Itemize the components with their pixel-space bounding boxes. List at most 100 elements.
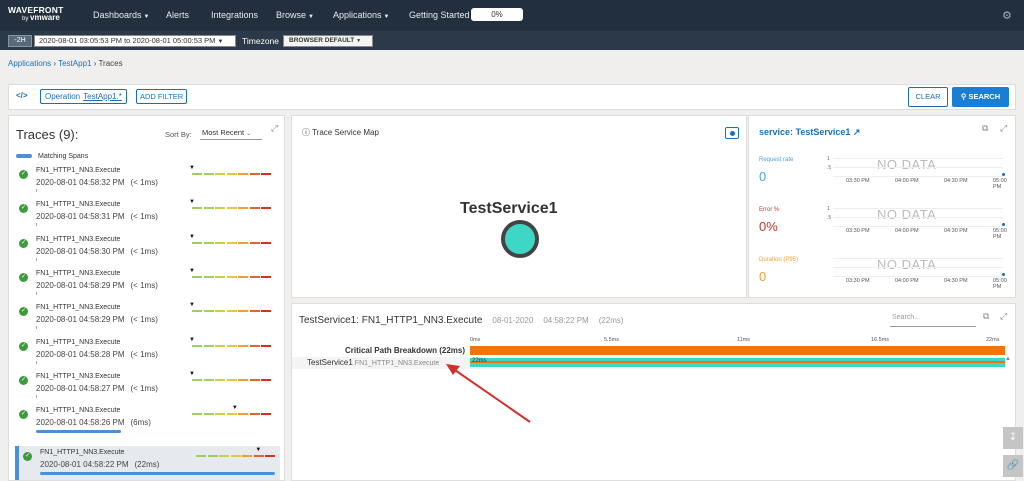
histogram-segment <box>238 310 248 313</box>
trace-row[interactable]: ✓ FN1_HTTP1_NN3.Execute 2020-08-01 04:58:3… <box>15 198 280 232</box>
duration-marker-icon: ▼ <box>189 370 195 377</box>
add-filter-button[interactable]: ADD FILTER <box>136 89 188 104</box>
check-circle-icon: ✓ <box>19 204 28 214</box>
expand-icon[interactable]: ⤢ <box>1000 123 1007 134</box>
trace-row[interactable]: ✓ FN1_HTTP1_NN3.Execute 2020-08-01 04:58:2… <box>15 301 280 335</box>
sort-by-select[interactable]: Most Recent ⌄ <box>200 128 262 140</box>
histogram-segment <box>203 207 214 210</box>
ruler-tick: 16.5ms <box>871 337 890 343</box>
histogram-segment <box>261 413 271 416</box>
x-tick: 04:00 PM <box>895 228 919 234</box>
breadcrumb-applications[interactable]: Applications <box>8 59 51 68</box>
service-node[interactable] <box>501 220 539 258</box>
histogram-segment <box>192 413 202 416</box>
histogram-segment <box>238 378 248 381</box>
histogram-segment <box>203 241 214 244</box>
ruler-tick: 5.5ms <box>604 337 619 343</box>
duration-marker-icon: ▼ <box>189 199 195 206</box>
matching-span-bar <box>36 430 121 434</box>
window-icon[interactable]: ⧉ <box>983 311 989 322</box>
span-row[interactable]: TestService1 FN1_HTTP1_NN3.Execute 22ms <box>292 357 1005 369</box>
histogram-segment <box>261 344 271 347</box>
nav-browse[interactable]: Browse ▼ <box>276 10 314 20</box>
nav-applications[interactable]: Applications ▼ <box>333 10 389 20</box>
histogram-segment <box>215 344 225 347</box>
chevron-down-icon: ▼ <box>383 14 390 20</box>
expand-icon[interactable]: ⤢ <box>1000 311 1007 322</box>
histogram-segment <box>261 173 271 175</box>
getting-started-progress[interactable]: 0% <box>471 8 523 21</box>
metric-chart[interactable]: Duration (P95) 0 NO DATA 03:30 PM 04:00 PM 04… <box>759 251 1009 296</box>
service-title[interactable]: service: TestService1 ↗ <box>759 127 860 138</box>
expand-icon[interactable]: ⤢ <box>271 123 278 134</box>
matching-span-bar <box>36 360 37 364</box>
trace-detail-title: TestService1: FN1_HTTP1_NN3.Execute 08-01… <box>299 315 624 326</box>
duration-histogram: ▼ <box>192 405 272 416</box>
trace-row[interactable]: ✓ FN1_HTTP1_NN3.Execute 2020-08-01 04:58:3… <box>15 164 280 198</box>
time-range-picker[interactable]: 2020-08-01 03:05:53 PM to 2020-08-01 05:… <box>34 35 236 47</box>
download-icon[interactable]: ↧ <box>1003 427 1023 449</box>
trace-search-input[interactable]: Search... <box>890 314 976 327</box>
x-tick: 03:30 PM <box>846 278 870 284</box>
external-link-icon: ↗ <box>852 127 861 137</box>
histogram-segment <box>242 455 252 458</box>
critical-path-bar[interactable] <box>470 346 1005 355</box>
y-tick: .5 <box>827 215 832 221</box>
grid-line <box>833 167 1003 168</box>
trace-row[interactable]: ✓ FN1_HTTP1_NN3.Execute 2020-08-01 04:58:2… <box>15 370 280 404</box>
code-toggle-icon[interactable]: </> <box>16 91 28 100</box>
link-icon[interactable]: 🔗 <box>1003 455 1023 477</box>
x-tick: 04:00 PM <box>895 278 919 284</box>
grid-line <box>833 258 1003 259</box>
trace-row[interactable]: ✓ FN1_HTTP1_NN3.Execute 2020-08-01 04:58:2… <box>15 404 280 438</box>
trace-name: FN1_HTTP1_NN3.Execute <box>36 304 121 312</box>
trace-time: 2020-08-01 04:58:22 PM (22ms) <box>40 460 160 470</box>
nav-alerts[interactable]: Alerts <box>166 10 189 20</box>
critical-path-row[interactable]: Critical Path Breakdown (22ms) <box>292 345 1005 356</box>
duration-marker-icon: ▼ <box>189 165 195 171</box>
scroll-up-icon[interactable]: ▲ <box>1005 356 1011 362</box>
breadcrumb-testapp1[interactable]: TestApp1 <box>58 59 91 68</box>
trace-row[interactable]: ✓ FN1_HTTP1_NN3.Execute 2020-08-01 04:58:3… <box>15 233 280 267</box>
span-bar[interactable]: 22ms <box>470 358 1005 367</box>
duration-marker-icon: ▼ <box>189 233 195 240</box>
x-tick: 05:00 PM <box>993 178 1007 190</box>
histogram-segment <box>261 241 271 244</box>
metric-chart[interactable]: Error % 0% NO DATA 1 .5 03:30 PM 04:00 PM 04:30… <box>759 201 1009 246</box>
check-circle-icon: ✓ <box>19 375 28 385</box>
operation-filter-chip[interactable]: Operation TestApp1.* <box>40 89 127 104</box>
no-data-label: NO DATA <box>877 157 937 172</box>
trace-row[interactable]: ✓ FN1_HTTP1_NN3.Execute 2020-08-01 04:58:2… <box>15 446 280 481</box>
gear-icon[interactable]: ⚙ <box>1002 9 1012 22</box>
chevron-down-icon: ▼ <box>356 38 362 44</box>
histogram-segment <box>215 241 225 244</box>
time-preset-button[interactable]: -2H <box>8 35 32 47</box>
nav-getting-started[interactable]: Getting Started <box>409 10 470 20</box>
clear-button[interactable]: CLEAR <box>908 87 948 107</box>
trace-row[interactable]: ✓ FN1_HTTP1_NN3.Execute 2020-08-01 04:58:2… <box>15 267 280 301</box>
histogram-segment <box>261 310 271 313</box>
grid-line <box>833 226 1003 227</box>
histogram-segment <box>192 378 202 381</box>
histogram-segment <box>238 207 248 210</box>
metric-chart[interactable]: Request rate 0 NO DATA 1 .5 03:30 PM 04:00 PM 0… <box>759 151 1009 196</box>
search-button[interactable]: ⚲ SEARCH <box>952 87 1009 107</box>
nav-integrations[interactable]: Integrations <box>211 10 258 20</box>
trace-row[interactable]: ✓ FN1_HTTP1_NN3.Execute 2020-08-01 04:58:2… <box>15 336 280 370</box>
traces-title: Traces (9): <box>16 127 79 142</box>
trace-time: 2020-08-01 04:58:32 PM (< 1ms) <box>36 178 158 187</box>
nav-dashboards[interactable]: Dashboards ▼ <box>93 10 149 20</box>
duration-histogram: ▼ <box>189 371 272 382</box>
ruler-tick: 22ms <box>986 337 1000 343</box>
window-icon[interactable]: ⧉ <box>982 123 988 134</box>
timezone-select[interactable]: BROWSER DEFAULT ▼ <box>283 35 373 47</box>
map-toggle-button[interactable] <box>725 127 739 139</box>
service-node-label: TestService1 <box>460 200 558 217</box>
histogram-segment <box>226 207 237 210</box>
matching-span-bar <box>40 472 275 476</box>
wavefront-logo[interactable]: WAVEFRONT by vmware <box>8 6 63 23</box>
service-panel: service: TestService1 ↗ ⧉ ⤢ Request rate… <box>748 115 1016 298</box>
metric-label: Duration (P95) <box>759 257 799 263</box>
no-data-label: NO DATA <box>877 207 937 222</box>
histogram-segment <box>203 275 214 278</box>
